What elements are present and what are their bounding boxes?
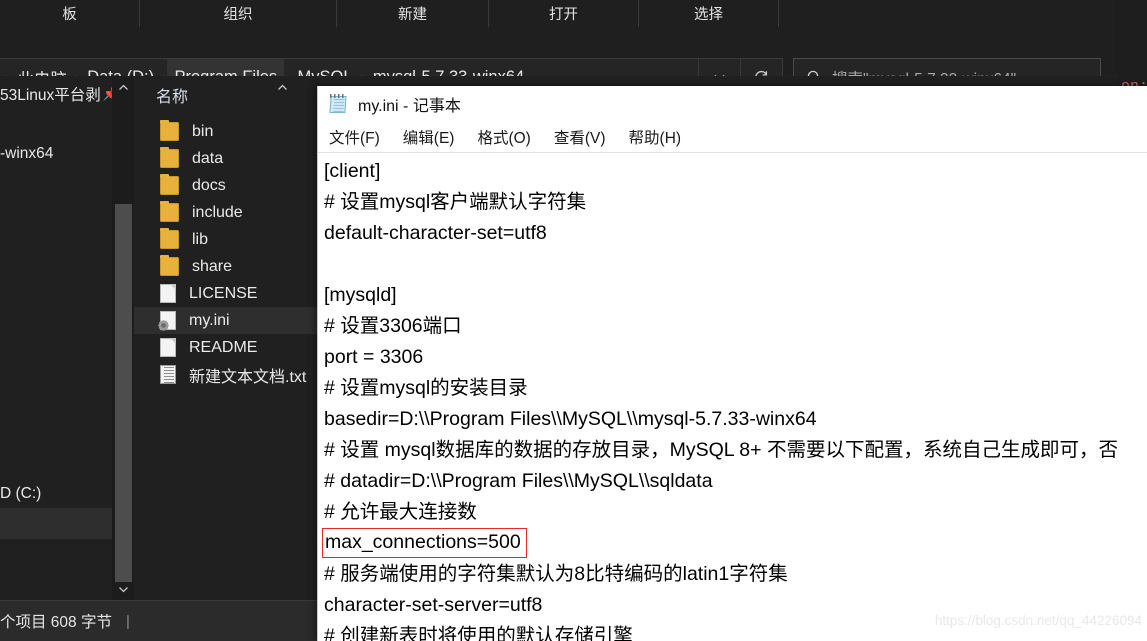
highlighted-setting-wrapper: max_connections=500	[322, 528, 1147, 559]
nav-item-selected-row[interactable]	[0, 508, 112, 539]
scroll-up-icon[interactable]	[112, 76, 134, 98]
config-file-icon	[160, 311, 176, 330]
notepad-window: my.ini - 记事本 文件(F) 编辑(E) 格式(O) 查看(V) 帮助(…	[317, 86, 1147, 641]
text-line: # 允许最大连接数	[324, 501, 477, 523]
text-line: default-character-set=utf8	[324, 222, 547, 244]
folder-icon	[160, 174, 179, 195]
ribbon-empty-area	[779, 0, 1118, 27]
nav-item-winx64[interactable]: -winx64	[0, 140, 112, 168]
ribbon-tab-select[interactable]: 选择	[639, 0, 779, 27]
list-item-label: 新建文本文档.txt	[189, 368, 307, 386]
nav-pane-scrollbar[interactable]	[112, 76, 134, 600]
notepad-title-text: my.ini - 记事本	[358, 98, 461, 115]
list-scroll-up-icon[interactable]	[275, 80, 290, 100]
document-icon	[160, 338, 176, 357]
ribbon-tab-label: 打开	[549, 7, 578, 23]
ribbon-tab-clipboard[interactable]: 板	[0, 0, 140, 27]
status-separator: |	[125, 612, 130, 630]
nav-item-label: D (C:)	[0, 485, 42, 502]
text-line: [client]	[324, 160, 381, 182]
ribbon-tab-label: 组织	[223, 7, 253, 23]
text-line: # 设置 mysql数据库的数据的存放目录，MySQL 8+ 不需要以下配置，系…	[324, 439, 1118, 461]
list-item-label: lib	[192, 230, 209, 248]
text-line: # 设置mysql客户端默认字符集	[324, 191, 587, 213]
pin-icon: 📌	[102, 86, 112, 101]
navigation-pane: 53Linux平台剥 📌 -winx64 D (C:)	[0, 76, 112, 600]
list-item-label: LICENSE	[189, 284, 258, 302]
ribbon-tab-organize[interactable]: 组织	[140, 0, 337, 27]
text-file-icon	[160, 365, 176, 384]
ribbon-tab-label: 板	[62, 7, 77, 23]
notepad-icon	[329, 94, 349, 114]
notepad-menu-bar: 文件(F) 编辑(E) 格式(O) 查看(V) 帮助(H)	[318, 122, 1147, 153]
nav-item-label: 53Linux平台剥	[0, 87, 101, 104]
text-line: # 服务端使用的字符集默认为8比特编码的latin1字符集	[324, 563, 788, 585]
list-item-label: docs	[192, 176, 226, 194]
ribbon-tab-label: 选择	[694, 7, 723, 23]
folder-icon	[160, 228, 179, 249]
text-line: character-set-server=utf8	[324, 594, 543, 616]
column-header-name[interactable]: 名称	[134, 83, 188, 107]
list-item-label: bin	[192, 122, 214, 140]
text-line: port = 3306	[324, 346, 424, 368]
text-line: # 创建新表时将使用的默认存储引擎	[324, 625, 633, 641]
text-line: [mysqld]	[324, 284, 397, 306]
ribbon-tab-bar: 板 组织 新建 打开 选择	[0, 0, 1118, 28]
text-line: # datadir=D:\\Program Files\\MySQL\\sqld…	[324, 470, 713, 492]
ribbon-tab-new[interactable]: 新建	[337, 0, 489, 27]
menu-item-help[interactable]: 帮助(H)	[629, 126, 682, 148]
notepad-text-area[interactable]: [client] # 设置mysql客户端默认字符集 default-chara…	[318, 153, 1147, 641]
ribbon-tab-label: 新建	[398, 7, 427, 23]
menu-item-edit[interactable]: 编辑(E)	[403, 126, 455, 148]
status-item-count: 个项目 608 字节	[0, 614, 112, 631]
menu-item-file[interactable]: 文件(F)	[329, 126, 380, 148]
list-item-label: share	[192, 257, 233, 275]
folder-icon	[160, 255, 179, 276]
notepad-title-bar[interactable]: my.ini - 记事本	[318, 86, 1147, 122]
menu-item-format[interactable]: 格式(O)	[477, 126, 530, 148]
ribbon-tab-open[interactable]: 打开	[489, 0, 639, 27]
nav-item-drive-c[interactable]: D (C:)	[0, 480, 112, 508]
list-item-label: my.ini	[189, 311, 230, 329]
document-icon	[160, 284, 176, 303]
menu-item-view[interactable]: 查看(V)	[554, 126, 606, 148]
folder-icon	[160, 147, 179, 168]
nav-item-pinned[interactable]: 53Linux平台剥 📌	[0, 80, 112, 108]
folder-icon	[160, 201, 179, 222]
highlighted-setting-max-connections: max_connections=500	[322, 528, 527, 558]
list-item-label: README	[189, 338, 258, 356]
list-item-label: data	[192, 149, 224, 167]
text-line: # 设置3306端口	[324, 315, 462, 337]
nav-item-label: -winx64	[0, 145, 54, 162]
scrollbar-thumb[interactable]	[115, 204, 132, 582]
folder-icon	[160, 120, 179, 141]
list-item-label: include	[192, 203, 243, 221]
scroll-down-icon[interactable]	[112, 578, 134, 600]
address-bar-row: › 此电脑 › Data (D:) › Program Files › MySQ…	[0, 27, 1118, 97]
text-line: basedir=D:\\Program Files\\MySQL\\mysql-…	[324, 408, 817, 430]
text-line: # 设置mysql的安装目录	[324, 377, 528, 399]
text-line-blank	[322, 249, 1147, 280]
